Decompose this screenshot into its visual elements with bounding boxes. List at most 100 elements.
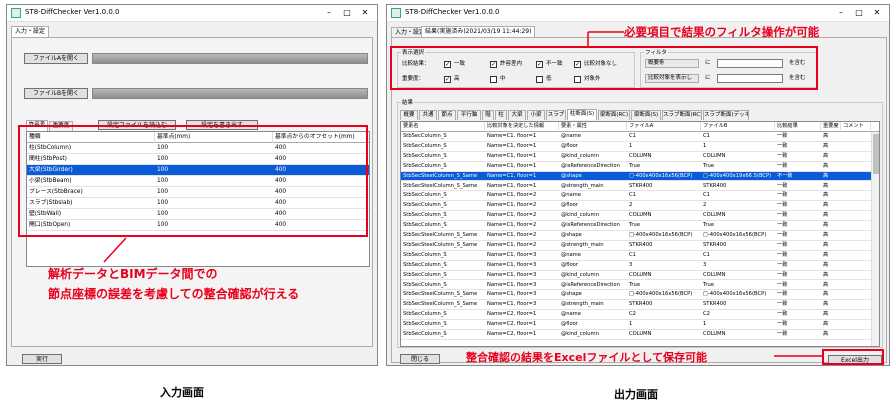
table-cell[interactable]: COLUMN (627, 330, 701, 338)
table-cell[interactable]: 1 (627, 142, 701, 150)
table-cell[interactable]: @isReferenceDirection (559, 162, 627, 170)
table-cell[interactable]: True (627, 281, 701, 289)
result-subtab[interactable]: 節点 (438, 110, 456, 120)
result-subtab[interactable]: 共通 (419, 110, 437, 120)
table-cell[interactable]: C1 (627, 251, 701, 259)
table-cell[interactable]: COLUMN (627, 271, 701, 279)
table-cell[interactable] (841, 172, 871, 180)
table-cell[interactable]: Name=C2, floor=1 (485, 310, 559, 318)
table-cell[interactable]: @kind_column (559, 330, 627, 338)
table-cell[interactable] (841, 191, 871, 199)
table-cell[interactable]: □-400x400x16x56(BCP) (627, 290, 701, 298)
table-cell[interactable]: 2 (701, 201, 775, 209)
table-cell[interactable]: 高 (821, 281, 841, 289)
table-cell[interactable]: Name=C1, floor=3 (485, 281, 559, 289)
table-cell[interactable]: StbSecColumn_S (401, 201, 485, 209)
column-header[interactable]: 重要度 (821, 122, 841, 130)
table-cell[interactable]: Name=C1, floor=3 (485, 290, 559, 298)
table-cell[interactable]: 高 (821, 152, 841, 160)
table-cell[interactable]: 高 (821, 221, 841, 229)
table-cell[interactable]: 高 (821, 261, 841, 269)
close-icon[interactable]: ✕ (871, 8, 883, 18)
table-cell[interactable] (841, 201, 871, 209)
table-cell[interactable]: 1 (627, 320, 701, 328)
table-cell[interactable]: True (627, 162, 701, 170)
table-cell[interactable]: Name=C2, floor=1 (485, 320, 559, 328)
table-cell[interactable]: @strength_main (559, 300, 627, 308)
table-cell[interactable]: True (701, 221, 775, 229)
table-cell[interactable]: C1 (627, 191, 701, 199)
table-row[interactable]: StbSecColumn_S Name=C1, floor=3 @name C1 C1 一… (401, 251, 879, 261)
tab-input-settings[interactable]: 入力・設定 (11, 26, 50, 37)
table-row[interactable]: StbSecColumn_S Name=C2, floor=1 @name C2 C2 一… (401, 310, 879, 321)
table-cell[interactable] (841, 132, 871, 140)
table-cell[interactable]: 高 (821, 290, 841, 298)
table-cell[interactable]: Name=C1, floor=1 (485, 132, 559, 140)
table-cell[interactable]: 一致 (775, 261, 821, 269)
table-cell[interactable]: 高 (821, 142, 841, 150)
table-row[interactable]: StbSecSteelColumn_S_Same Name=C1, floor=3… (401, 290, 879, 301)
table-cell[interactable]: 高 (821, 310, 841, 318)
table-cell[interactable]: StbSecColumn_S (401, 152, 485, 160)
result-subtab[interactable]: 柱 (495, 110, 507, 120)
table-cell[interactable]: 一致 (775, 211, 821, 219)
table-cell[interactable]: True (627, 221, 701, 229)
table-cell[interactable]: COLUMN (701, 271, 775, 279)
table-row[interactable]: StbSecSteelColumn_S_Same Name=C1, floor=1… (401, 182, 879, 192)
table-cell[interactable]: 2 (627, 201, 701, 209)
column-header[interactable]: 要素名 (401, 122, 485, 130)
table-cell[interactable]: @name (559, 132, 627, 140)
table-row[interactable]: StbSecColumn_S Name=C1, floor=1 @isReferen… (401, 162, 879, 172)
table-cell[interactable]: @kind_column (559, 271, 627, 279)
table-cell[interactable]: 3 (627, 261, 701, 269)
table-cell[interactable] (841, 290, 871, 298)
table-cell[interactable]: 1 (701, 142, 775, 150)
table-cell[interactable]: 一致 (775, 271, 821, 279)
table-cell[interactable]: StbSecColumn_S (401, 221, 485, 229)
result-subtab[interactable]: 平行軸 (457, 110, 481, 120)
table-cell[interactable]: True (701, 281, 775, 289)
table-cell[interactable]: StbSecColumn_S (401, 330, 485, 338)
table-row[interactable]: StbSecColumn_S Name=C1, floor=2 @name C1 C1 一… (401, 191, 879, 202)
table-cell[interactable]: Name=C1, floor=2 (485, 201, 559, 209)
table-cell[interactable]: @floor (559, 142, 627, 150)
table-row[interactable]: StbSecColumn_S Name=C1, floor=2 @kind_colu… (401, 211, 879, 222)
table-cell[interactable] (841, 231, 871, 239)
result-subtab[interactable]: 梁断面(S) (631, 110, 661, 120)
table-cell[interactable]: 高 (821, 201, 841, 209)
table-cell[interactable]: 一致 (775, 152, 821, 160)
table-cell[interactable]: Name=C1, floor=1 (485, 152, 559, 160)
table-cell[interactable]: 一致 (775, 330, 821, 338)
table-cell[interactable]: @floor (559, 201, 627, 209)
table-cell[interactable]: Name=C1, floor=3 (485, 300, 559, 308)
table-cell[interactable]: 高 (821, 320, 841, 328)
table-cell[interactable] (841, 142, 871, 150)
table-cell[interactable]: Name=C1, floor=1 (485, 172, 559, 180)
table-cell[interactable]: Name=C1, floor=1 (485, 142, 559, 150)
table-cell[interactable]: 一致 (775, 191, 821, 199)
table-cell[interactable]: 高 (821, 251, 841, 259)
table-cell[interactable]: COLUMN (701, 330, 775, 338)
table-row[interactable]: StbSecSteelColumn_S_Same Name=C1, floor=1… (401, 171, 879, 182)
table-cell[interactable]: @kind_column (559, 152, 627, 160)
table-cell[interactable]: Name=C1, floor=3 (485, 271, 559, 279)
table-cell[interactable] (841, 300, 871, 308)
table-cell[interactable]: Name=C1, floor=2 (485, 241, 559, 249)
table-cell[interactable]: @strength_main (559, 182, 627, 190)
table-cell[interactable]: StbSecColumn_S (401, 132, 485, 140)
table-cell[interactable]: 一致 (775, 201, 821, 209)
table-cell[interactable]: C1 (701, 251, 775, 259)
table-cell[interactable]: 高 (821, 300, 841, 308)
table-cell[interactable]: 一致 (775, 290, 821, 298)
table-cell[interactable]: @name (559, 310, 627, 318)
table-cell[interactable]: Name=C1, floor=3 (485, 261, 559, 269)
table-cell[interactable] (841, 310, 871, 318)
table-row[interactable]: StbSecColumn_S Name=C1, floor=2 @floor 2 2 一致… (401, 201, 879, 212)
close-button[interactable]: 閉じる (400, 354, 440, 364)
table-cell[interactable]: 一致 (775, 310, 821, 318)
maximize-icon[interactable]: □ (853, 8, 865, 18)
table-cell[interactable] (841, 261, 871, 269)
table-cell[interactable]: StbSecColumn_S (401, 191, 485, 199)
table-cell[interactable]: STKR400 (701, 182, 775, 190)
vertical-scrollbar[interactable] (871, 132, 879, 346)
